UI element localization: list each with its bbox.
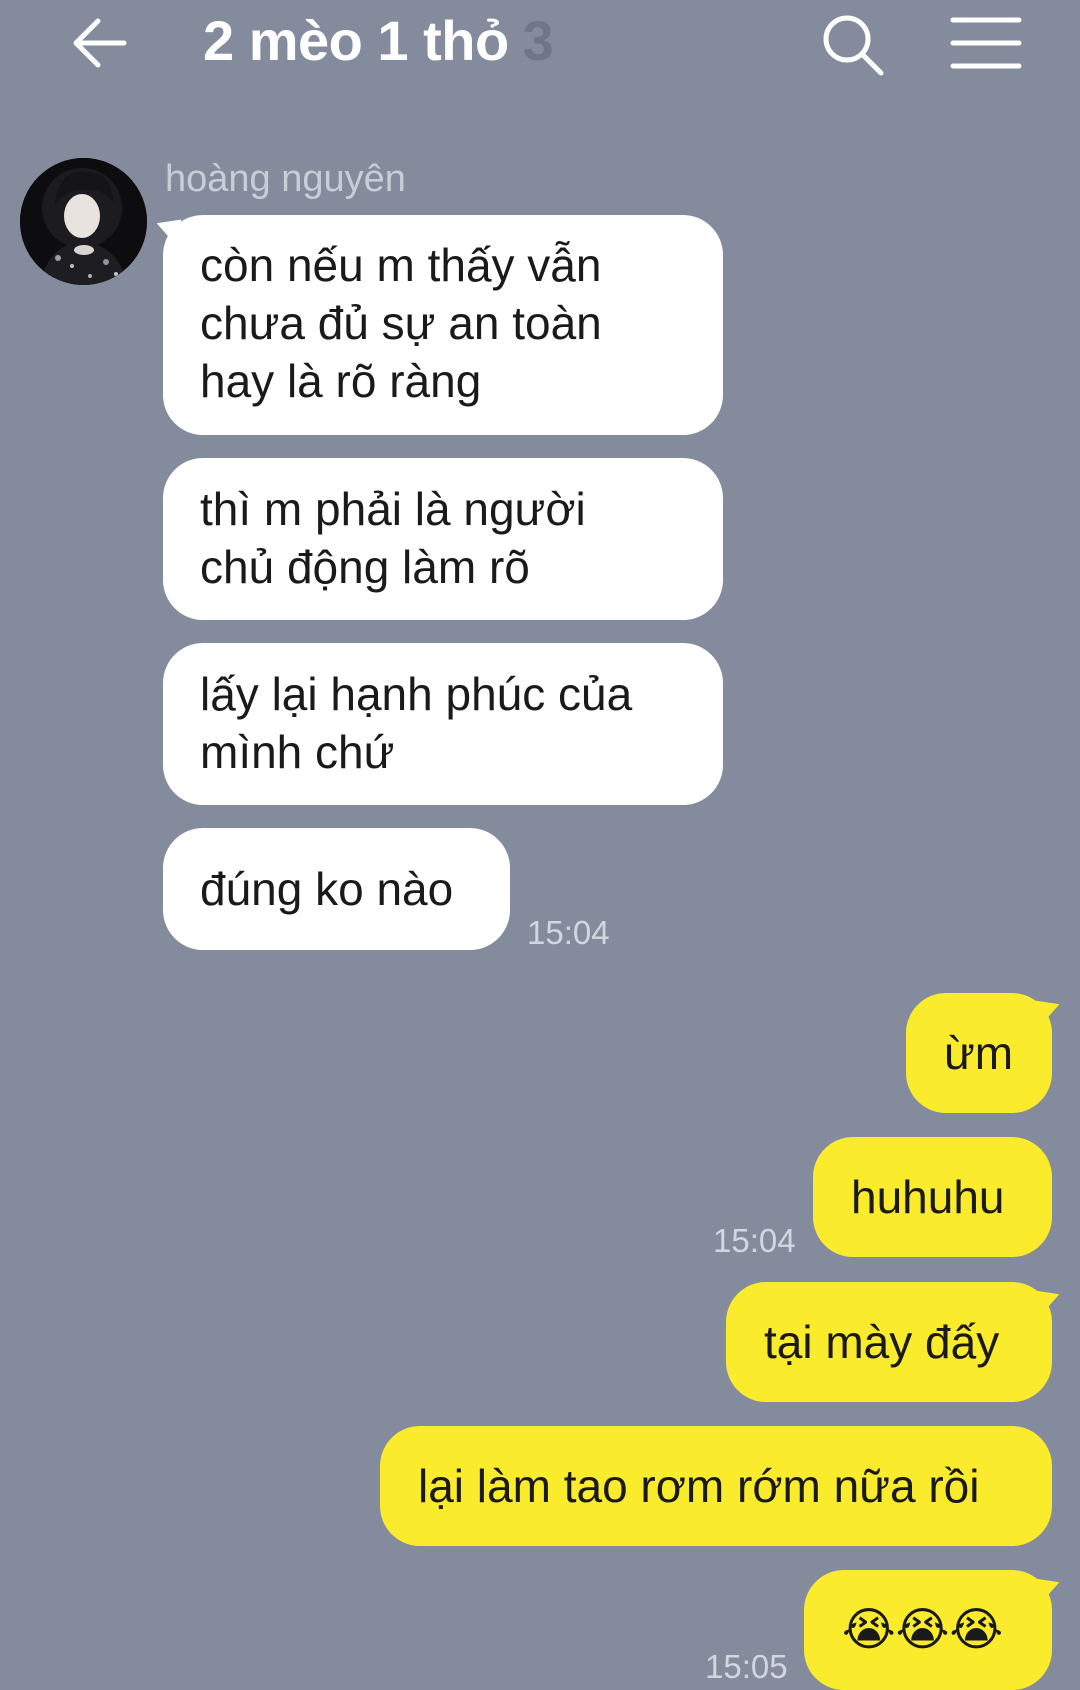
member-count: 3 xyxy=(522,9,554,72)
message-line: tại mày đấy xyxy=(764,1316,1000,1368)
incoming-message[interactable]: lấy lại hạnh phúc của mình chứ xyxy=(163,643,723,805)
message-line: chưa đủ sự an toàn xyxy=(200,297,602,349)
outgoing-message[interactable]: huhuhu xyxy=(813,1137,1052,1257)
message-line: ừm xyxy=(944,1027,1014,1079)
message-timestamp: 15:04 xyxy=(713,1222,796,1259)
message-line: còn nếu m thấy vẫn xyxy=(200,239,602,291)
message-line: hay là rõ ràng xyxy=(200,355,482,407)
outgoing-message[interactable]: 😭😭😭 xyxy=(804,1570,1052,1690)
outgoing-message[interactable]: ừm xyxy=(906,993,1052,1113)
message-timestamp: 15:04 xyxy=(527,914,610,951)
search-icon[interactable] xyxy=(820,12,886,78)
incoming-message[interactable]: còn nếu m thấy vẫn chưa đủ sự an toàn ha… xyxy=(163,215,723,435)
chat-header: 2 mèo 1 thỏ 3 xyxy=(0,0,1080,90)
avatar[interactable] xyxy=(20,158,147,285)
chat-title: 2 mèo 1 thỏ 3 xyxy=(203,8,554,73)
incoming-message[interactable]: đúng ko nào xyxy=(163,828,510,950)
chat-title-text: 2 mèo 1 thỏ xyxy=(203,9,509,72)
incoming-message[interactable]: thì m phải là người chủ động làm rõ xyxy=(163,458,723,620)
message-line: đúng ko nào xyxy=(200,863,454,915)
emoji-message: 😭😭😭 xyxy=(842,1603,1004,1655)
message-line: lấy lại hạnh phúc của xyxy=(200,668,633,720)
arrow-left-icon[interactable] xyxy=(68,12,130,74)
sender-name: hoàng nguyên xyxy=(165,158,406,200)
message-line: lại làm tao rơm rớm nữa rồi xyxy=(418,1460,980,1512)
message-line: thì m phải là người xyxy=(200,483,586,535)
outgoing-message[interactable]: lại làm tao rơm rớm nữa rồi xyxy=(380,1426,1052,1546)
menu-icon[interactable] xyxy=(950,14,1022,72)
avatar-image xyxy=(20,158,147,285)
outgoing-message[interactable]: tại mày đấy xyxy=(726,1282,1052,1402)
message-line: huhuhu xyxy=(851,1171,1005,1223)
message-timestamp: 15:05 xyxy=(705,1648,788,1685)
message-line: chủ động làm rõ xyxy=(200,541,530,593)
message-line: mình chứ xyxy=(200,726,395,778)
